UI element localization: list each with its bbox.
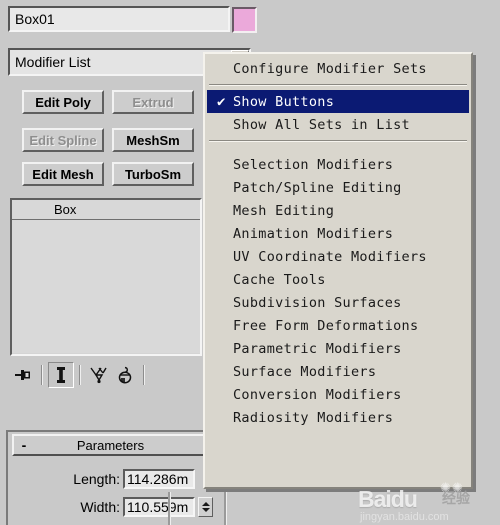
parameters-title: Parameters — [76, 437, 145, 453]
menu-item-cache-tools[interactable]: Cache Tools — [205, 268, 471, 291]
object-color-swatch[interactable] — [232, 7, 257, 33]
spinner-up-icon[interactable] — [201, 502, 210, 506]
menu-item-label: Patch/Spline Editing — [233, 179, 402, 196]
spinner-down-icon[interactable] — [201, 508, 210, 512]
length-input[interactable]: 114.286m — [123, 469, 195, 489]
object-name-value: Box01 — [15, 11, 55, 27]
modifier-list-label: Modifier List — [15, 54, 91, 70]
toolbar-separator — [79, 365, 81, 385]
menu-gap — [205, 146, 471, 153]
menu-item-label: Configure Modifier Sets — [233, 60, 427, 77]
toolbar-separator — [143, 365, 145, 385]
menu-item-subdivision-surfaces[interactable]: Subdivision Surfaces — [205, 291, 471, 314]
pin-stack-icon[interactable] — [10, 362, 36, 388]
param-row-width: Width: 110.559m — [56, 496, 213, 518]
modifier-button-edit-mesh[interactable]: Edit Mesh — [22, 162, 104, 186]
menu-item-surface-modifiers[interactable]: Surface Modifiers — [205, 360, 471, 383]
modifier-stack-empty-area[interactable] — [12, 220, 200, 353]
modifier-stack-list[interactable]: Box — [10, 198, 202, 356]
modifier-button-edit-poly[interactable]: Edit Poly — [22, 90, 104, 114]
modifier-button-turbosmooth[interactable]: TurboSm — [112, 162, 194, 186]
menu-item-show-buttons[interactable]: ✔ Show Buttons — [207, 90, 469, 113]
watermark-brand-cn: 经验 — [442, 491, 470, 507]
length-label: Length: — [73, 471, 120, 487]
menu-item-free-form-deformations[interactable]: Free Form Deformations — [205, 314, 471, 337]
menu-item-configure-modifier-sets[interactable]: Configure Modifier Sets — [205, 57, 471, 80]
menu-item-label: Free Form Deformations — [233, 317, 419, 334]
modifier-button-meshsmooth[interactable]: MeshSm — [112, 128, 194, 152]
toolbar-separator — [41, 365, 43, 385]
menu-separator — [209, 140, 467, 142]
menu-item-parametric-modifiers[interactable]: Parametric Modifiers — [205, 337, 471, 360]
menu-item-uv-coordinate-modifiers[interactable]: UV Coordinate Modifiers — [205, 245, 471, 268]
object-name-row: Box01 — [8, 6, 230, 32]
modifier-stack-toolbar — [10, 360, 202, 390]
modifier-button-edit-spline[interactable]: Edit Spline — [22, 128, 104, 152]
menu-item-patch-spline-editing[interactable]: Patch/Spline Editing — [205, 176, 471, 199]
menu-item-mesh-editing[interactable]: Mesh Editing — [205, 199, 471, 222]
configure-modifier-sets-context-menu[interactable]: Configure Modifier Sets ✔ Show Buttons Show… — [203, 52, 473, 489]
width-input[interactable]: 110.559m — [123, 497, 195, 517]
make-unique-icon[interactable] — [86, 362, 112, 388]
remove-modifier-icon[interactable] — [112, 362, 138, 388]
menu-item-label: Conversion Modifiers — [233, 386, 402, 403]
param-row-length: Length: 114.286m — [56, 468, 195, 490]
checkmark-icon: ✔ — [217, 93, 226, 110]
menu-item-selection-modifiers[interactable]: Selection Modifiers — [205, 153, 471, 176]
parameters-rollout-header[interactable]: - Parameters — [12, 434, 207, 456]
menu-item-animation-modifiers[interactable]: Animation Modifiers — [205, 222, 471, 245]
menu-item-show-all-sets-in-list[interactable]: Show All Sets in List — [205, 113, 471, 136]
collapse-icon[interactable]: - — [14, 437, 34, 453]
menu-item-label: Radiosity Modifiers — [233, 409, 394, 426]
menu-item-label: UV Coordinate Modifiers — [233, 248, 427, 265]
watermark-brand: Baidu — [358, 486, 418, 512]
panel-separator — [168, 492, 171, 525]
menu-item-label: Animation Modifiers — [233, 225, 394, 242]
menu-item-label: Subdivision Surfaces — [233, 294, 402, 311]
watermark-url: jingyan.baidu.com — [360, 511, 449, 523]
menu-item-radiosity-modifiers[interactable]: Radiosity Modifiers — [205, 406, 471, 429]
menu-item-conversion-modifiers[interactable]: Conversion Modifiers — [205, 383, 471, 406]
menu-item-label: Cache Tools — [233, 271, 326, 288]
modify-panel: Box01 Modifier List Edit Poly Extrud Edi… — [0, 0, 500, 525]
modifier-button-extrude[interactable]: Extrud — [112, 90, 194, 114]
menu-item-label: Parametric Modifiers — [233, 340, 402, 357]
menu-item-label: Mesh Editing — [233, 202, 335, 219]
show-end-result-icon[interactable] — [48, 362, 74, 388]
menu-item-label: Surface Modifiers — [233, 363, 377, 380]
width-label: Width: — [80, 499, 120, 515]
menu-item-label: Show All Sets in List — [233, 116, 410, 133]
width-spinner[interactable] — [198, 497, 213, 517]
menu-item-label: Show Buttons — [233, 93, 335, 110]
menu-item-label: Selection Modifiers — [233, 156, 394, 173]
panel-separator — [224, 492, 227, 525]
menu-separator — [209, 84, 467, 86]
object-name-input[interactable]: Box01 — [8, 6, 230, 32]
modifier-stack-entry-box[interactable]: Box — [12, 200, 200, 220]
